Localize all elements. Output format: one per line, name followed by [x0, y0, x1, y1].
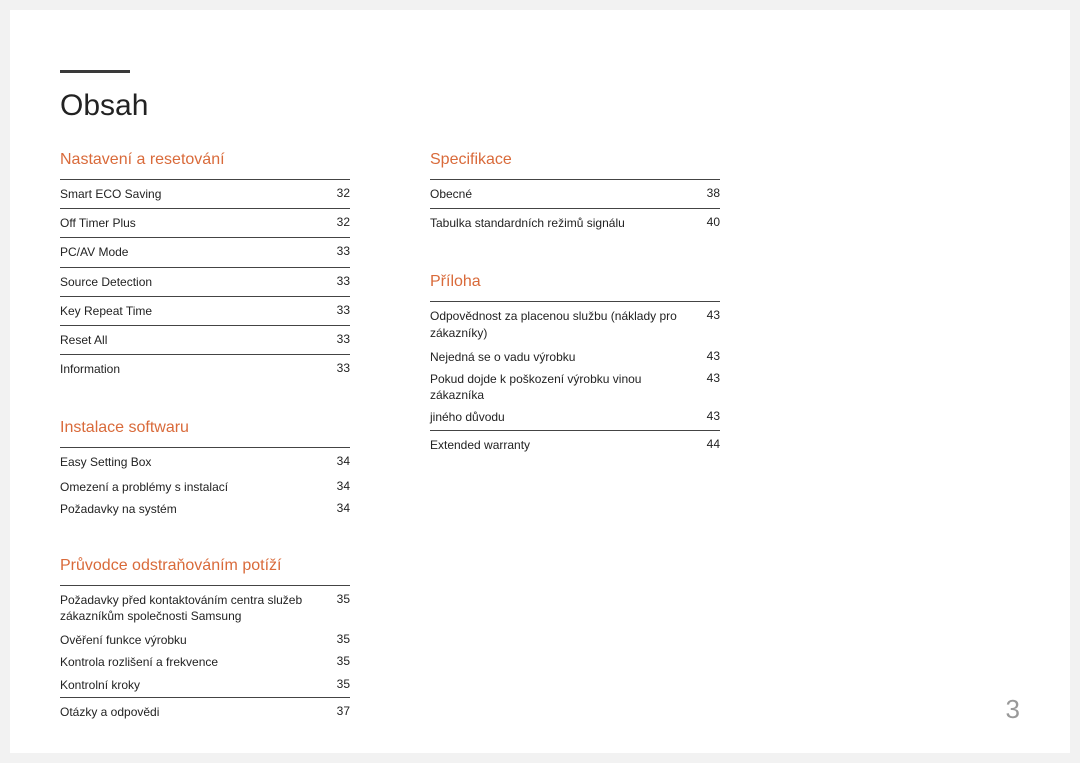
toc-entry-label: Nejedná se o vadu výrobku: [430, 349, 700, 365]
toc-entry[interactable]: Požadavky před kontaktováním centra služ…: [60, 585, 350, 630]
toc-list: Easy Setting Box34Omezení a problémy s i…: [60, 447, 350, 521]
toc-entry[interactable]: Pokud dojde k poškození výrobku vinou zá…: [430, 369, 720, 407]
toc-entry-page: 43: [700, 409, 720, 423]
column-right: Specifikace Obecné38Tabulka standardních…: [430, 151, 720, 726]
toc-entry-page: 34: [330, 501, 350, 515]
toc-entry[interactable]: Kontrolní kroky35: [60, 675, 350, 697]
toc-list: Obecné38Tabulka standardních režimů sign…: [430, 179, 720, 237]
toc-entry-label: Požadavky na systém: [60, 501, 330, 517]
toc-entry-page: 34: [330, 454, 350, 468]
page-number: 3: [1006, 694, 1020, 725]
toc-entry-page: 43: [700, 308, 720, 322]
toc-entry-label: Smart ECO Saving: [60, 186, 330, 202]
toc-entry-label: Key Repeat Time: [60, 303, 330, 319]
toc-entry[interactable]: Reset All33: [60, 325, 350, 354]
toc-entry[interactable]: Easy Setting Box34: [60, 447, 350, 476]
toc-list: Smart ECO Saving32Off Timer Plus32PC/AV …: [60, 179, 350, 383]
toc-section: Instalace softwaru Easy Setting Box34Ome…: [60, 419, 350, 521]
toc-entry-label: Source Detection: [60, 274, 330, 290]
toc-entry[interactable]: Off Timer Plus32: [60, 208, 350, 237]
section-heading: Nastavení a resetování: [60, 151, 350, 169]
toc-entry[interactable]: Požadavky na systém34: [60, 499, 350, 521]
toc-entry-page: 37: [330, 704, 350, 718]
toc-entry-page: 33: [330, 274, 350, 288]
toc-section: Specifikace Obecné38Tabulka standardních…: [430, 151, 720, 237]
toc-entry-page: 33: [330, 244, 350, 258]
toc-entry[interactable]: Kontrola rozlišení a frekvence35: [60, 652, 350, 674]
toc-list: Odpovědnost za placenou službu (náklady …: [430, 301, 720, 458]
toc-entry-page: 33: [330, 361, 350, 375]
document-page: Obsah Nastavení a resetování Smart ECO S…: [10, 10, 1070, 753]
toc-entry-page: 34: [330, 479, 350, 493]
toc-entry[interactable]: Tabulka standardních režimů signálu40: [430, 208, 720, 237]
toc-entry-label: jiného důvodu: [430, 409, 700, 425]
section-heading: Instalace softwaru: [60, 419, 350, 437]
toc-entry-label: Ověření funkce výrobku: [60, 632, 330, 648]
toc-section: Průvodce odstraňováním potíží Požadavky …: [60, 557, 350, 726]
toc-entry-page: 32: [330, 215, 350, 229]
toc-list: Požadavky před kontaktováním centra služ…: [60, 585, 350, 726]
toc-entry-page: 35: [330, 654, 350, 668]
toc-entry-label: Kontrola rozlišení a frekvence: [60, 654, 330, 670]
toc-entry[interactable]: jiného důvodu43: [430, 407, 720, 429]
column-left: Nastavení a resetování Smart ECO Saving3…: [60, 151, 350, 726]
toc-section: Příloha Odpovědnost za placenou službu (…: [430, 273, 720, 458]
toc-entry-page: 38: [700, 186, 720, 200]
toc-entry-page: 40: [700, 215, 720, 229]
toc-entry-label: Easy Setting Box: [60, 454, 330, 470]
toc-section: Nastavení a resetování Smart ECO Saving3…: [60, 151, 350, 383]
toc-entry-label: Off Timer Plus: [60, 215, 330, 231]
toc-entry[interactable]: Nejedná se o vadu výrobku43: [430, 347, 720, 369]
section-heading: Specifikace: [430, 151, 720, 169]
toc-entry-page: 44: [700, 437, 720, 451]
toc-entry-label: Otázky a odpovědi: [60, 704, 330, 720]
section-heading: Průvodce odstraňováním potíží: [60, 557, 350, 575]
toc-entry[interactable]: PC/AV Mode33: [60, 237, 350, 266]
toc-entry-label: Kontrolní kroky: [60, 677, 330, 693]
toc-entry-page: 35: [330, 632, 350, 646]
toc-entry[interactable]: Odpovědnost za placenou službu (náklady …: [430, 301, 720, 346]
toc-entry-label: Omezení a problémy s instalací: [60, 479, 330, 495]
section-heading: Příloha: [430, 273, 720, 291]
toc-entry-page: 35: [330, 677, 350, 691]
toc-entry[interactable]: Otázky a odpovědi37: [60, 697, 350, 726]
toc-entry[interactable]: Obecné38: [430, 179, 720, 208]
page-title: Obsah: [60, 89, 1020, 123]
decorative-rule: [60, 70, 130, 73]
toc-entry-page: 32: [330, 186, 350, 200]
toc-entry-label: Tabulka standardních režimů signálu: [430, 215, 700, 231]
toc-entry[interactable]: Ověření funkce výrobku35: [60, 630, 350, 652]
toc-entry[interactable]: Extended warranty44: [430, 430, 720, 459]
columns-container: Nastavení a resetování Smart ECO Saving3…: [60, 151, 1020, 726]
toc-entry-label: Reset All: [60, 332, 330, 348]
toc-entry-page: 35: [330, 592, 350, 606]
toc-entry-label: Požadavky před kontaktováním centra služ…: [60, 592, 330, 624]
toc-entry[interactable]: Key Repeat Time33: [60, 296, 350, 325]
toc-entry[interactable]: Omezení a problémy s instalací34: [60, 477, 350, 499]
toc-entry[interactable]: Information33: [60, 354, 350, 383]
toc-entry[interactable]: Smart ECO Saving32: [60, 179, 350, 208]
toc-entry-label: PC/AV Mode: [60, 244, 330, 260]
toc-entry-page: 33: [330, 332, 350, 346]
toc-entry-page: 33: [330, 303, 350, 317]
toc-entry-page: 43: [700, 349, 720, 363]
toc-entry[interactable]: Source Detection33: [60, 267, 350, 296]
toc-entry-page: 43: [700, 371, 720, 385]
toc-entry-label: Pokud dojde k poškození výrobku vinou zá…: [430, 371, 700, 403]
toc-entry-label: Obecné: [430, 186, 700, 202]
toc-entry-label: Odpovědnost za placenou službu (náklady …: [430, 308, 700, 340]
toc-entry-label: Information: [60, 361, 330, 377]
toc-entry-label: Extended warranty: [430, 437, 700, 453]
